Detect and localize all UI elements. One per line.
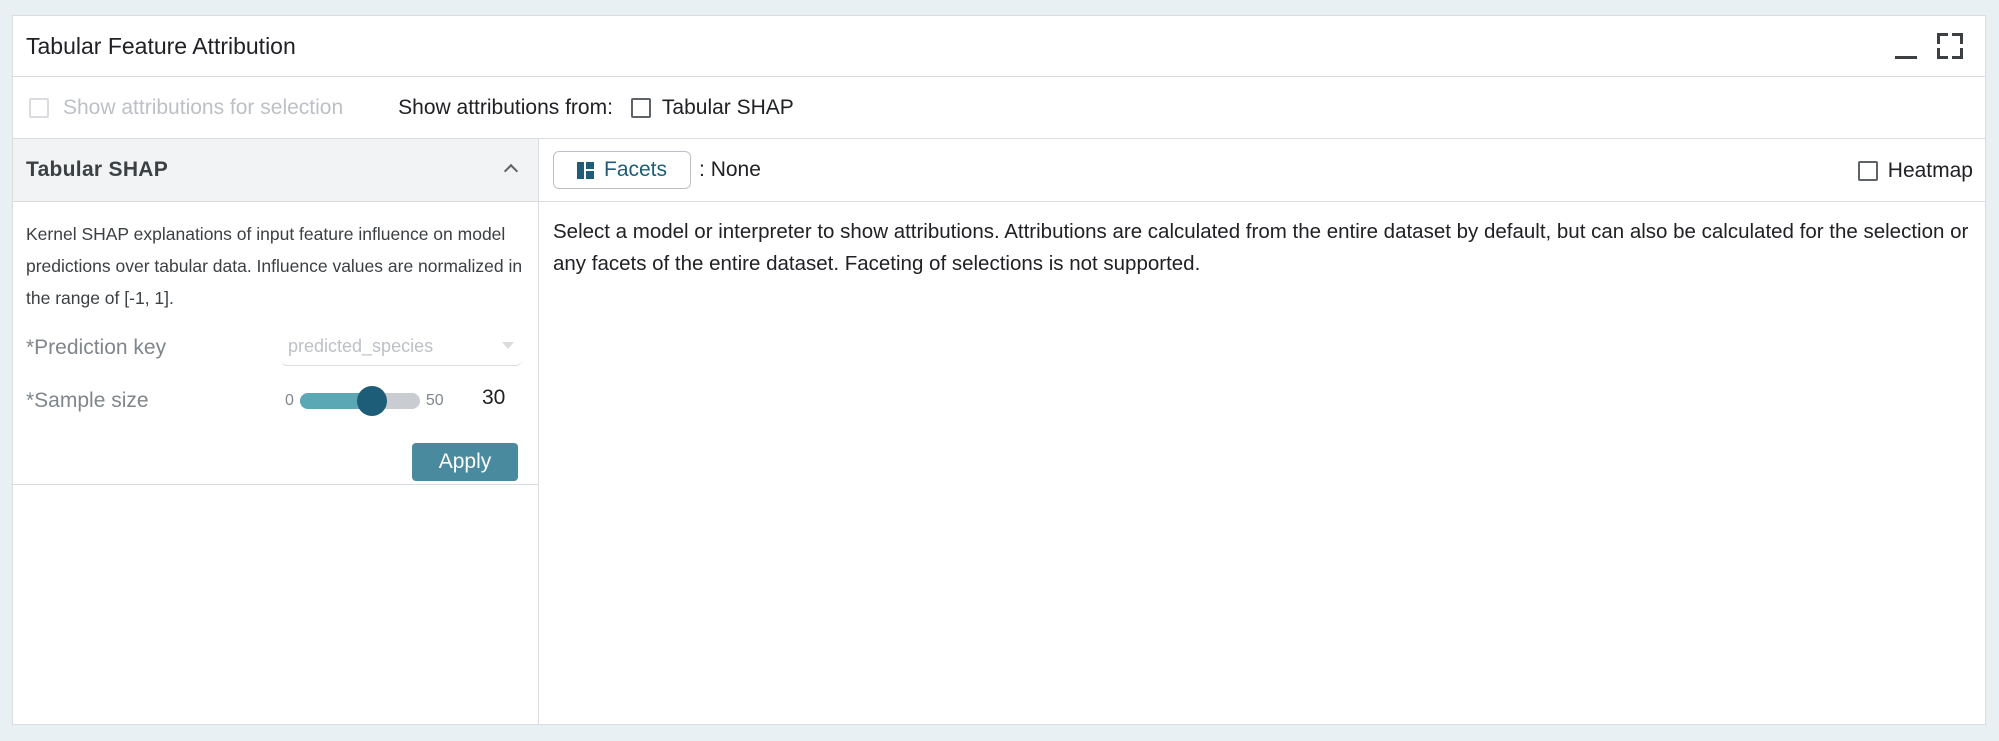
- show-for-selection-checkbox: [29, 97, 49, 118]
- prediction-key-value: predicted_species: [288, 336, 434, 356]
- show-for-selection-label: Show attributions for selection: [63, 95, 344, 119]
- source-checkbox-tabular-shap[interactable]: [630, 97, 651, 118]
- interpreter-description: Kernel SHAP explanations of input featur…: [26, 224, 523, 308]
- prediction-key-row: *Prediction key predicted_species: [26, 330, 526, 366]
- maximize-icon[interactable]: [1937, 33, 1963, 59]
- attribution-results: Facets : None Heatmap Select a model or …: [539, 139, 1985, 724]
- source-toggle-tabular-shap[interactable]: Tabular SHAP: [630, 95, 794, 120]
- slider-min-label: 0: [285, 392, 294, 409]
- show-for-selection-toggle: Show attributions for selection: [29, 96, 343, 120]
- chevron-up-icon[interactable]: [503, 163, 519, 179]
- prediction-key-select[interactable]: predicted_species: [281, 330, 522, 366]
- slider-max-label: 50: [425, 392, 444, 409]
- interpreter-body: Kernel SHAP explanations of input featur…: [13, 202, 538, 485]
- feature-attribution-panel: Tabular Feature Attribution Show attribu…: [12, 15, 1986, 725]
- sample-size-value: 30: [482, 386, 506, 409]
- heatmap-label: Heatmap: [1887, 159, 1973, 182]
- source-label-tabular-shap: Tabular SHAP: [661, 95, 794, 119]
- interpreter-title: Tabular SHAP: [26, 158, 169, 181]
- window-controls: [1895, 33, 1963, 59]
- prediction-key-label: *Prediction key: [26, 336, 167, 359]
- heatmap-checkbox[interactable]: [1857, 161, 1878, 181]
- sample-size-slider: 0 50: [285, 386, 444, 416]
- facets-button-label: Facets: [604, 158, 668, 181]
- attribution-toolbar: Show attributions for selection Show att…: [13, 77, 1985, 139]
- facets-button[interactable]: Facets: [553, 151, 692, 189]
- dashboard-icon: [577, 161, 594, 179]
- sample-size-row: *Sample size 0 50 30: [26, 386, 526, 416]
- show-from-label: Show attributions from:: [398, 95, 613, 119]
- panel-titlebar: Tabular Feature Attribution: [13, 16, 1985, 77]
- sample-size-label: *Sample size: [26, 389, 149, 412]
- minimize-icon[interactable]: [1895, 33, 1917, 59]
- panel-content: Tabular SHAP Kernel SHAP explanations of…: [13, 139, 1985, 724]
- slider-track[interactable]: [299, 386, 420, 416]
- heatmap-toggle[interactable]: Heatmap: [1857, 159, 1973, 183]
- slider-thumb[interactable]: [356, 386, 387, 416]
- interpreter-header[interactable]: Tabular SHAP: [13, 139, 538, 202]
- interpreter-controls: Tabular SHAP Kernel SHAP explanations of…: [13, 139, 539, 724]
- facets-value: : None: [699, 158, 761, 181]
- apply-button[interactable]: Apply: [412, 443, 518, 481]
- empty-state-message: Select a model or interpreter to show at…: [553, 220, 1969, 275]
- chevron-down-icon: [502, 342, 514, 349]
- results-toolbar: Facets : None Heatmap: [539, 139, 1985, 202]
- panel-title: Tabular Feature Attribution: [26, 32, 296, 59]
